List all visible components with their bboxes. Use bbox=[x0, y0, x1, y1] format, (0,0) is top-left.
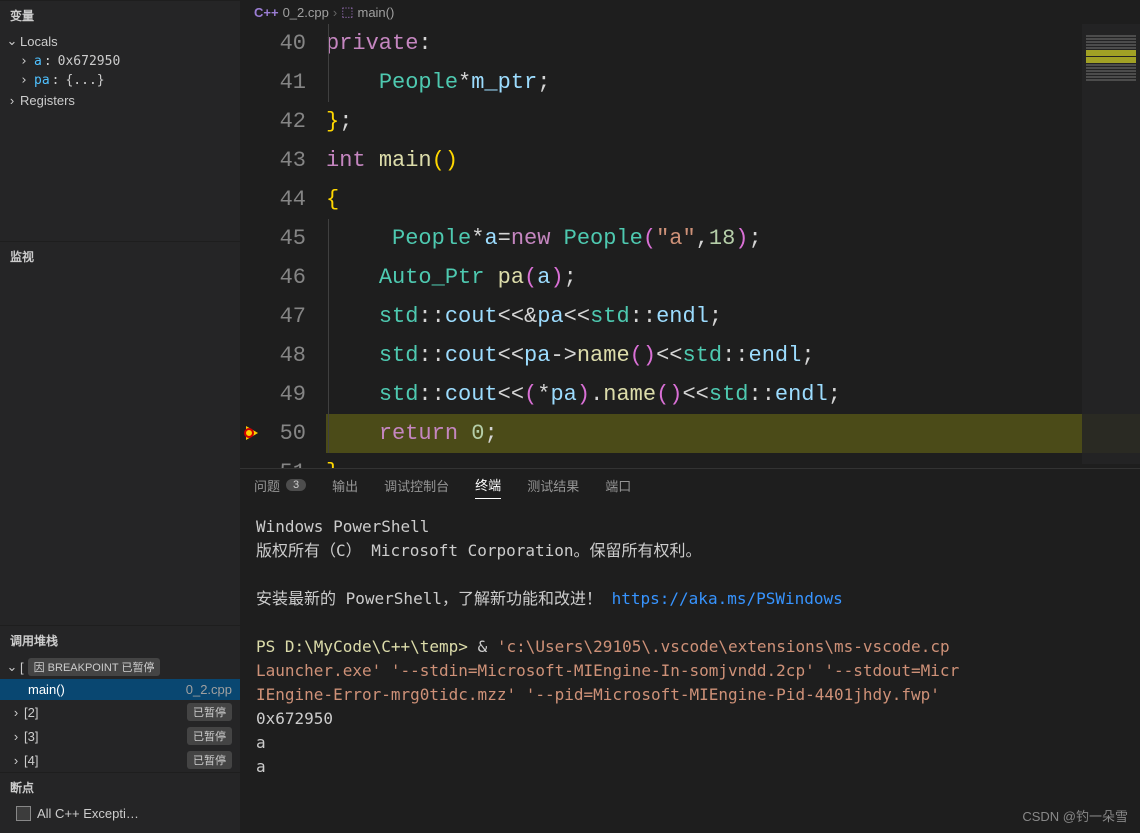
frame-function: main() bbox=[28, 682, 186, 697]
thread-status-badge: 已暂停 bbox=[187, 727, 232, 745]
registers-label: Registers bbox=[20, 93, 75, 108]
terminal-output: a bbox=[256, 755, 1124, 779]
terminal-output: 0x672950 bbox=[256, 707, 1124, 731]
variable-value: {...} bbox=[65, 73, 104, 88]
panel-tabs: 问题 3 输出 调试控制台 终端 测试结果 端口 bbox=[240, 469, 1140, 505]
code-line[interactable]: std::cout<<pa->name()<<std::endl; bbox=[326, 336, 1140, 375]
tab-ports[interactable]: 端口 bbox=[605, 476, 631, 499]
terminal-line: 版权所有（C） Microsoft Corporation。保留所有权利。 bbox=[256, 539, 1124, 563]
terminal-line: PS D:\MyCode\C++\temp> & 'c:\Users\29105… bbox=[256, 635, 1124, 659]
code-line[interactable]: return 0; bbox=[326, 414, 1140, 453]
cpp-file-icon: C++ bbox=[254, 5, 279, 20]
code-line[interactable]: }; bbox=[326, 102, 1140, 141]
line-number: 49 bbox=[266, 375, 306, 414]
stack-frame-top[interactable]: main() 0_2.cpp bbox=[0, 679, 240, 700]
variable-row[interactable]: › pa: {...} bbox=[0, 71, 240, 90]
chevron-right-icon: › bbox=[20, 73, 34, 88]
thread-status-badge: 已暂停 bbox=[187, 751, 232, 769]
line-number-gutter: 404142434445464748495051 bbox=[266, 24, 326, 468]
line-number: 46 bbox=[266, 258, 306, 297]
problems-count-badge: 3 bbox=[286, 479, 306, 491]
line-number: 51 bbox=[266, 453, 306, 468]
registers-section[interactable]: › Registers bbox=[0, 90, 240, 111]
tab-debug-console[interactable]: 调试控制台 bbox=[384, 476, 449, 499]
checkbox-icon[interactable] bbox=[16, 806, 31, 821]
thread-status-badge: 因 BREAKPOINT 已暂停 bbox=[28, 658, 161, 676]
chevron-right-icon: › bbox=[8, 705, 24, 720]
terminal-line: IEngine-Error-mrg0tidc.mzz' '--pid=Micro… bbox=[256, 683, 1124, 707]
chevron-right-icon: › bbox=[4, 93, 20, 108]
code-line[interactable]: { bbox=[326, 180, 1140, 219]
code-editor[interactable]: 404142434445464748495051 private: People… bbox=[240, 24, 1140, 468]
callstack-section-title: 调用堆栈 bbox=[0, 625, 240, 655]
terminal-output: a bbox=[256, 731, 1124, 755]
terminal-content[interactable]: Windows PowerShell 版权所有（C） Microsoft Cor… bbox=[240, 505, 1140, 833]
thread-item[interactable]: › [2] 已暂停 bbox=[0, 700, 240, 724]
code-line[interactable]: std::cout<<(*pa).name()<<std::endl; bbox=[326, 375, 1140, 414]
tab-output[interactable]: 输出 bbox=[332, 476, 358, 499]
line-number: 42 bbox=[266, 102, 306, 141]
debug-sidebar: 变量 ⌄ Locals › a: 0x672950› pa: {...} › R… bbox=[0, 0, 240, 833]
variable-name: a bbox=[34, 54, 42, 69]
locals-label: Locals bbox=[20, 34, 58, 49]
watermark: CSDN @钓一朵雪 bbox=[1022, 806, 1128, 825]
minimap[interactable] bbox=[1082, 24, 1140, 464]
line-number: 41 bbox=[266, 63, 306, 102]
locals-section[interactable]: ⌄ Locals bbox=[0, 30, 240, 52]
tab-problems[interactable]: 问题 3 bbox=[254, 476, 306, 499]
line-number: 47 bbox=[266, 297, 306, 336]
variable-row[interactable]: › a: 0x672950 bbox=[0, 52, 240, 71]
editor-area: C++ 0_2.cpp › ⬚ main() 40414243444546474… bbox=[240, 0, 1140, 833]
thread-label: [3] bbox=[24, 729, 187, 744]
code-line[interactable]: Auto_Ptr pa(a); bbox=[326, 258, 1140, 297]
breakpoints-section-title: 断点 bbox=[0, 772, 240, 802]
code-line[interactable]: std::cout<<&pa<<std::endl; bbox=[326, 297, 1140, 336]
breadcrumb-file[interactable]: 0_2.cpp bbox=[283, 5, 329, 20]
line-number: 48 bbox=[266, 336, 306, 375]
code-line[interactable]: People*m_ptr; bbox=[326, 63, 1140, 102]
variable-value: 0x672950 bbox=[58, 54, 121, 69]
bottom-panel: 问题 3 输出 调试控制台 终端 测试结果 端口 Windows PowerSh… bbox=[240, 468, 1140, 833]
line-number: 44 bbox=[266, 180, 306, 219]
terminal-line: 安装最新的 PowerShell，了解新功能和改进！ https://aka.m… bbox=[256, 587, 1124, 611]
thread-row[interactable]: ⌄ [ 因 BREAKPOINT 已暂停 bbox=[0, 655, 240, 679]
line-number: 43 bbox=[266, 141, 306, 180]
chevron-right-icon: › bbox=[20, 54, 34, 69]
variable-name: pa bbox=[34, 73, 50, 88]
watch-section-title: 监视 bbox=[0, 241, 240, 271]
thread-item[interactable]: › [3] 已暂停 bbox=[0, 724, 240, 748]
breakpoint-label: All C++ Excepti… bbox=[37, 806, 139, 821]
thread-label: [4] bbox=[24, 753, 187, 768]
chevron-right-icon: › bbox=[333, 5, 337, 20]
execution-pointer-icon bbox=[246, 426, 258, 440]
code-line[interactable]: int main() bbox=[326, 141, 1140, 180]
code-content[interactable]: private: People*m_ptr;};int main(){ Peop… bbox=[326, 24, 1140, 468]
thread-status-badge: 已暂停 bbox=[187, 703, 232, 721]
breadcrumb[interactable]: C++ 0_2.cpp › ⬚ main() bbox=[240, 0, 1140, 24]
code-line[interactable]: } bbox=[326, 453, 1140, 468]
breakpoint-gutter[interactable] bbox=[240, 24, 266, 468]
terminal-line: Windows PowerShell bbox=[256, 515, 1124, 539]
tab-test-results[interactable]: 测试结果 bbox=[527, 476, 579, 499]
chevron-down-icon: ⌄ bbox=[4, 33, 20, 49]
chevron-right-icon: › bbox=[8, 729, 24, 744]
thread-label: [2] bbox=[24, 705, 187, 720]
terminal-link[interactable]: https://aka.ms/PSWindows bbox=[612, 589, 843, 608]
breakpoint-item[interactable]: All C++ Excepti… bbox=[0, 802, 240, 825]
line-number: 40 bbox=[266, 24, 306, 63]
chevron-right-icon: › bbox=[8, 753, 24, 768]
code-line[interactable]: private: bbox=[326, 24, 1140, 63]
frame-file: 0_2.cpp bbox=[186, 682, 232, 697]
cube-icon: ⬚ bbox=[341, 4, 353, 20]
line-number: 45 bbox=[266, 219, 306, 258]
variables-section-title: 变量 bbox=[0, 0, 240, 30]
code-line[interactable]: People*a=new People("a",18); bbox=[326, 219, 1140, 258]
tab-terminal[interactable]: 终端 bbox=[475, 475, 501, 499]
breadcrumb-symbol[interactable]: main() bbox=[357, 5, 394, 20]
chevron-down-icon: ⌄ bbox=[4, 659, 20, 675]
terminal-line: Launcher.exe' '--stdin=Microsoft-MIEngin… bbox=[256, 659, 1124, 683]
thread-item[interactable]: › [4] 已暂停 bbox=[0, 748, 240, 772]
line-number: 50 bbox=[266, 414, 306, 453]
